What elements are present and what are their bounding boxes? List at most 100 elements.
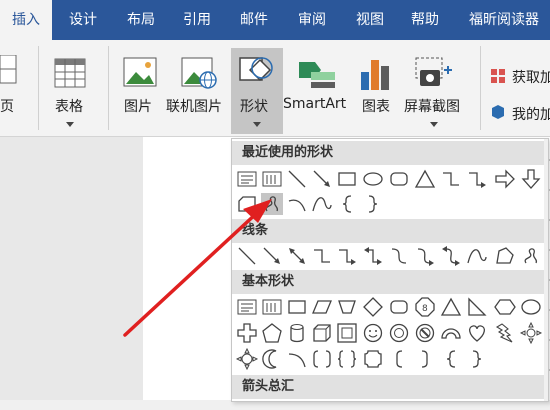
chevron-down-icon bbox=[66, 122, 74, 127]
my-addins-button[interactable]: 我的加 bbox=[512, 104, 550, 124]
basic-donut[interactable] bbox=[388, 322, 410, 344]
page-button-label[interactable]: 页 bbox=[0, 96, 14, 116]
basic-double-bracket[interactable] bbox=[311, 348, 333, 370]
chevron-down-icon bbox=[253, 122, 261, 127]
shape-oval[interactable] bbox=[362, 168, 384, 190]
basic-left-brace[interactable] bbox=[440, 348, 462, 370]
basic-rectangle[interactable] bbox=[286, 296, 308, 318]
basic-arc[interactable] bbox=[286, 348, 308, 370]
basic-bevel[interactable] bbox=[336, 322, 358, 344]
shape-down-arrow[interactable] bbox=[520, 168, 542, 190]
line-double-arrow[interactable] bbox=[286, 245, 308, 267]
basic-triangle[interactable] bbox=[440, 296, 462, 318]
basic-left-bracket[interactable] bbox=[388, 348, 410, 370]
basic-can[interactable] bbox=[286, 322, 308, 344]
basic-block-arc[interactable] bbox=[440, 322, 462, 344]
shape-snip-rectangle[interactable] bbox=[236, 193, 258, 215]
line-freeform[interactable] bbox=[494, 245, 516, 267]
basic-diamond[interactable] bbox=[362, 296, 384, 318]
basic-lightning-bolt[interactable] bbox=[494, 322, 516, 344]
basic-right-bracket[interactable] bbox=[414, 348, 436, 370]
lines-header: 线条 bbox=[232, 219, 548, 243]
basic-rounded-rectangle[interactable] bbox=[388, 296, 410, 318]
basic-right-brace[interactable] bbox=[466, 348, 488, 370]
tab-insert[interactable]: 插入 bbox=[0, 0, 52, 40]
shape-line[interactable] bbox=[286, 168, 308, 190]
tab-design[interactable]: 设计 bbox=[58, 0, 108, 40]
tab-foxit-reader[interactable]: 福昕阅读器 bbox=[458, 0, 550, 40]
shape-rounded-rectangle[interactable] bbox=[388, 168, 410, 190]
line-scribble[interactable] bbox=[520, 245, 542, 267]
basic-hexagon[interactable] bbox=[494, 296, 516, 318]
chart-button[interactable]: 图表 bbox=[362, 96, 390, 116]
table-icon bbox=[54, 58, 86, 88]
shape-triangle[interactable] bbox=[414, 168, 436, 190]
arrows-header: 箭头总汇 bbox=[232, 375, 548, 399]
chart-icon bbox=[361, 60, 389, 90]
screenshot-button[interactable]: 屏幕截图 bbox=[404, 96, 460, 116]
basic-trapezoid[interactable] bbox=[336, 296, 358, 318]
basic-pentagon[interactable] bbox=[261, 322, 283, 344]
tab-layout[interactable]: 布局 bbox=[116, 0, 166, 40]
ribbon-separator bbox=[480, 46, 481, 130]
line-curved[interactable] bbox=[388, 245, 410, 267]
basic-double-brace[interactable] bbox=[336, 348, 358, 370]
tab-help[interactable]: 帮助 bbox=[400, 0, 450, 40]
basic-moon[interactable] bbox=[261, 348, 283, 370]
line-elbow-double-arrow[interactable] bbox=[362, 245, 384, 267]
basic-plaque[interactable] bbox=[362, 348, 384, 370]
shape-freeform-scribble[interactable] bbox=[261, 193, 283, 215]
online-picture-button[interactable]: 联机图片 bbox=[166, 96, 222, 116]
shape-arc[interactable] bbox=[286, 193, 308, 215]
store-icon bbox=[491, 69, 505, 83]
shape-elbow-arrow-connector[interactable] bbox=[466, 168, 488, 190]
basic-smiley-face[interactable] bbox=[362, 322, 384, 344]
basic-sun-2[interactable] bbox=[236, 348, 258, 370]
basic-parallelogram[interactable] bbox=[311, 296, 333, 318]
picture-button[interactable]: 图片 bbox=[124, 96, 152, 116]
basic-cube[interactable] bbox=[311, 322, 333, 344]
page-icon bbox=[0, 55, 17, 84]
ribbon-separator bbox=[38, 46, 39, 130]
basic-shapes-header: 基本形状 bbox=[232, 270, 548, 294]
tab-review[interactable]: 审阅 bbox=[287, 0, 337, 40]
tab-view[interactable]: 视图 bbox=[345, 0, 395, 40]
line-curved-arrow[interactable] bbox=[414, 245, 436, 267]
shape-elbow-connector[interactable] bbox=[440, 168, 462, 190]
basic-cross[interactable] bbox=[236, 322, 258, 344]
shape-rectangle[interactable] bbox=[336, 168, 358, 190]
shape-curve[interactable] bbox=[311, 193, 333, 215]
line-curved-double-arrow[interactable] bbox=[440, 245, 462, 267]
basic-heart[interactable] bbox=[466, 322, 488, 344]
shapes-button[interactable]: 形状 bbox=[240, 96, 268, 116]
my-addins-icon bbox=[492, 105, 504, 119]
smartart-icon bbox=[299, 62, 335, 88]
shape-vertical-textbox[interactable] bbox=[261, 168, 283, 190]
shape-textbox[interactable] bbox=[236, 168, 258, 190]
online-picture-icon bbox=[181, 57, 217, 89]
shape-arrow-line[interactable] bbox=[311, 168, 333, 190]
basic-sun[interactable] bbox=[520, 322, 542, 344]
basic-no-symbol[interactable] bbox=[414, 322, 436, 344]
line-curve[interactable] bbox=[466, 245, 488, 267]
line-elbow-arrow[interactable] bbox=[336, 245, 358, 267]
table-button-label[interactable]: 表格 bbox=[55, 96, 83, 116]
tab-references[interactable]: 引用 bbox=[172, 0, 222, 40]
basic-right-triangle[interactable] bbox=[466, 296, 488, 318]
line-arrow[interactable] bbox=[261, 245, 283, 267]
chevron-down-icon bbox=[430, 122, 438, 127]
shape-right-arrow[interactable] bbox=[494, 168, 516, 190]
line-elbow[interactable] bbox=[311, 245, 333, 267]
gallery-scrollbar[interactable] bbox=[544, 139, 548, 401]
basic-vertical-textbox[interactable] bbox=[261, 296, 283, 318]
get-addins-button[interactable]: 获取加 bbox=[512, 67, 550, 87]
basic-textbox[interactable] bbox=[236, 296, 258, 318]
ribbon-separator bbox=[108, 46, 109, 130]
basic-octagon[interactable]: 8 bbox=[414, 296, 436, 318]
shape-right-brace[interactable] bbox=[362, 193, 384, 215]
shape-left-brace[interactable] bbox=[336, 193, 358, 215]
tab-mailings[interactable]: 邮件 bbox=[229, 0, 279, 40]
basic-oval[interactable] bbox=[520, 296, 542, 318]
line-straight[interactable] bbox=[236, 245, 258, 267]
smartart-button[interactable]: SmartArt bbox=[283, 96, 346, 112]
